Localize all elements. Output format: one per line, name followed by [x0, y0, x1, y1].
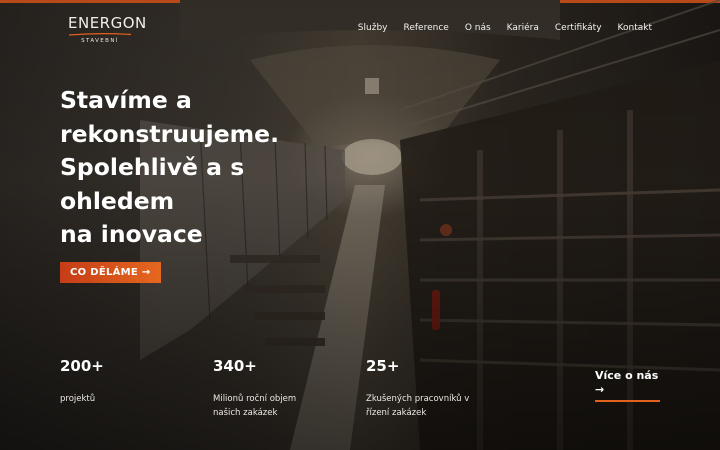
- nav-item-reference[interactable]: Reference: [403, 23, 448, 33]
- stat-value: 25+: [366, 357, 400, 375]
- stat-staff: 25+ Zkušených pracovníků v řízení zakáze…: [366, 357, 496, 420]
- stat-value: 200+: [60, 357, 104, 375]
- headline-line: na inovace: [60, 220, 203, 248]
- hero-headline: Stavíme a rekonstruujeme. Spolehlivě a s…: [60, 84, 320, 252]
- stat-volume: 340+ Milionů roční objem našich zakázek: [213, 357, 333, 420]
- nav-item-o-nas[interactable]: O nás: [465, 23, 491, 33]
- logo-swoosh-icon: [68, 33, 132, 36]
- nav-item-kariera[interactable]: Kariéra: [507, 23, 539, 33]
- logo-wordmark: ENERGON: [68, 14, 147, 32]
- stat-label: Milionů roční objem našich zakázek: [213, 392, 333, 420]
- headline-line: Stavíme a: [60, 86, 192, 114]
- stat-label-line: projektů: [60, 394, 96, 404]
- stat-label-line: řízení zakázek: [366, 408, 427, 418]
- stat-label: Zkušených pracovníků v řízení zakázek: [366, 392, 496, 420]
- logo[interactable]: ENERGON STAVEBNÍ: [68, 14, 147, 44]
- vice-o-nas-label: Více o nás: [595, 369, 659, 382]
- co-delame-button[interactable]: CO DĚLÁME →: [60, 262, 161, 283]
- stat-label-line: Zkušených pracovníků v: [366, 394, 470, 404]
- stat-value: 340+: [213, 357, 257, 375]
- headline-line: ohledem: [60, 186, 175, 215]
- headline-line: Spolehlivě a s: [60, 153, 245, 181]
- stat-projects: 200+ projektů: [60, 357, 180, 406]
- stat-label-line: našich zakázek: [213, 408, 278, 418]
- logo-subtitle: STAVEBNÍ: [81, 38, 119, 44]
- main-nav: Služby Reference O nás Kariéra Certifiká…: [358, 23, 652, 33]
- arrow-right-icon: →: [595, 383, 605, 396]
- nav-item-certifikaty[interactable]: Certifikáty: [555, 23, 602, 33]
- stat-label-line: Milionů roční objem: [213, 394, 297, 404]
- headline-line: rekonstruujeme.: [60, 119, 280, 148]
- hero-section: ENERGON STAVEBNÍ Služby Reference O nás …: [0, 0, 720, 450]
- nav-item-sluzby[interactable]: Služby: [358, 23, 388, 33]
- link-underline: [595, 400, 660, 402]
- stat-label: projektů: [60, 392, 180, 406]
- vice-o-nas-link[interactable]: Více o nás →: [595, 369, 660, 402]
- nav-item-kontakt[interactable]: Kontakt: [618, 23, 652, 33]
